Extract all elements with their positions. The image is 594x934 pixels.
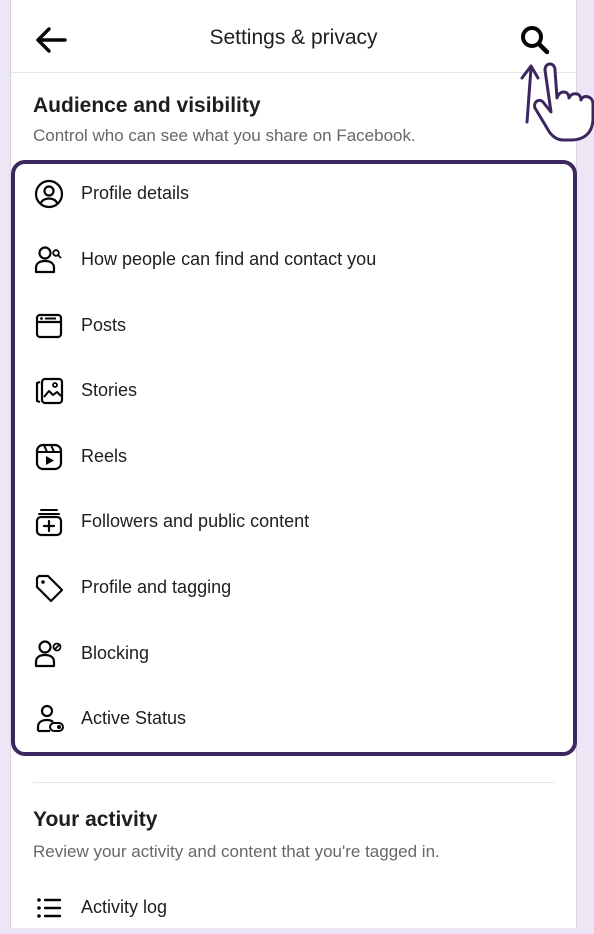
menu-item-label: Profile details (81, 183, 190, 203)
menu-item-label: Profile and tagging (81, 577, 232, 597)
search-button[interactable] (517, 22, 553, 58)
menu-item-label: How people can find and contact you (81, 249, 377, 269)
section-title-audience: Audience and visibility (33, 94, 261, 117)
section-subtitle-audience: Control who can see what you share on Fa… (33, 126, 416, 145)
menu-item-label: Posts (81, 315, 127, 335)
followers-icon (35, 509, 63, 537)
pointing-hand-icon (520, 62, 594, 142)
menu-item-profile-tagging[interactable]: Profile and tagging (23, 562, 571, 614)
stories-icon (35, 377, 64, 405)
menu-item-activity-log[interactable]: Activity log (23, 882, 571, 934)
menu-item-label: Stories (81, 380, 138, 400)
menu-item-label: Active Status (81, 708, 187, 728)
menu-item-followers[interactable]: Followers and public content (23, 496, 571, 548)
menu-item-label: Reels (81, 446, 128, 466)
section-subtitle-activity: Review your activity and content that yo… (33, 842, 440, 861)
profile-circle-icon (34, 179, 64, 209)
reels-icon (35, 443, 63, 471)
section-title-activity: Your activity (33, 808, 158, 831)
menu-item-label: Activity log (81, 897, 168, 917)
block-person-icon (34, 640, 62, 668)
person-search-icon (34, 246, 62, 274)
menu-item-label: Blocking (81, 643, 150, 663)
menu-item-reels[interactable]: Reels (23, 431, 571, 483)
search-icon (521, 26, 550, 55)
page-title: Settings & privacy (209, 26, 378, 49)
menu-item-posts[interactable]: Posts (23, 300, 571, 352)
menu-item-find-contact[interactable]: How people can find and contact you (23, 234, 571, 286)
top-bar: Settings & privacy (11, 0, 576, 73)
menu-item-stories[interactable]: Stories (23, 365, 571, 417)
list-icon (37, 898, 62, 918)
posts-icon (35, 313, 63, 339)
section-divider (33, 782, 555, 783)
menu-item-blocking[interactable]: Blocking (23, 628, 571, 680)
settings-screen: Settings & privacy Audience and visibili… (10, 0, 594, 928)
active-status-icon (36, 704, 64, 733)
menu-item-label: Followers and public content (81, 511, 310, 531)
menu-item-profile-details[interactable]: Profile details (23, 168, 571, 220)
menu-item-active-status[interactable]: Active Status (23, 693, 571, 745)
tag-icon (35, 574, 64, 603)
